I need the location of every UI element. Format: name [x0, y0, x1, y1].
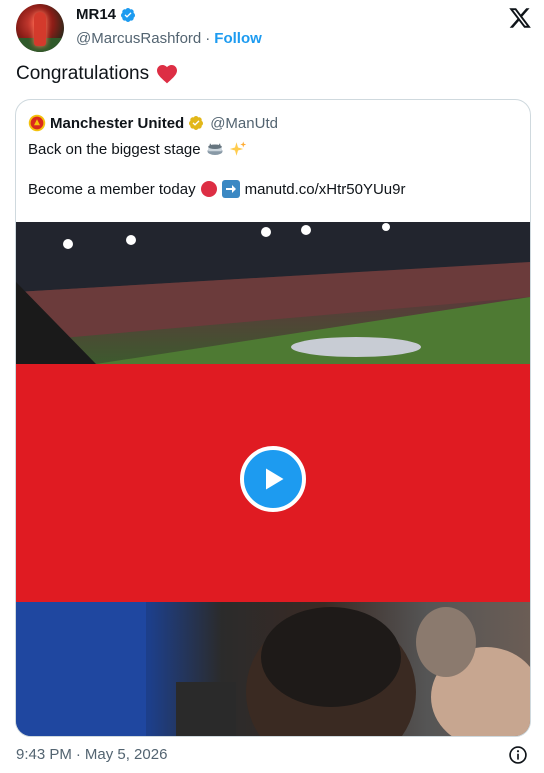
stadium-frame	[16, 222, 530, 364]
author-name-row: MR14	[76, 6, 136, 23]
stadium-icon	[207, 143, 223, 155]
quoted-author-handle[interactable]: @ManUtd	[210, 115, 278, 132]
author-display-name[interactable]: MR14	[76, 6, 116, 23]
quoted-author-name[interactable]: Manchester United	[50, 115, 184, 132]
play-icon	[266, 468, 284, 490]
club-crest-icon	[28, 114, 46, 132]
quoted-text-1: Back on the biggest stage	[28, 140, 201, 158]
timestamp-separator: ·	[75, 746, 81, 763]
avatar[interactable]	[16, 4, 64, 52]
red-circle-icon	[200, 181, 217, 197]
x-logo-icon[interactable]	[508, 6, 532, 30]
handle-separator: ·	[205, 30, 211, 47]
quoted-text-line-1: Back on the biggest stage	[28, 140, 247, 158]
tweet-text: Congratulations	[16, 62, 179, 86]
timestamp-time: 9:43 PM	[16, 746, 72, 763]
gold-verified-badge-icon	[189, 116, 204, 130]
video-media[interactable]	[16, 222, 530, 736]
stadium-scene	[16, 222, 530, 364]
red-heart-icon	[157, 65, 178, 84]
crowd-frame	[16, 602, 530, 736]
tweet-body: Congratulations	[16, 63, 150, 84]
avatar-figure	[34, 12, 46, 46]
play-button[interactable]	[240, 446, 306, 512]
verified-badge-icon	[121, 7, 136, 22]
author-handle-row: @MarcusRashford · Follow	[76, 30, 262, 47]
quoted-tweet-card[interactable]: Manchester United @ManUtd Back on the bi…	[15, 99, 531, 737]
quoted-text-line-2: Become a member today manutd.co/xHtr50YU…	[28, 180, 405, 198]
tweet-header: MR14 @MarcusRashford · Follow	[16, 4, 536, 52]
tweet-timestamp[interactable]: 9:43 PM · May 5, 2026	[16, 746, 167, 763]
sparkles-icon	[229, 141, 246, 156]
crowd-scene	[16, 602, 530, 736]
info-icon[interactable]	[508, 745, 528, 765]
author-handle[interactable]: @MarcusRashford	[76, 30, 201, 47]
right-arrow-icon	[221, 180, 240, 198]
timestamp-date: May 5, 2026	[84, 746, 168, 763]
quoted-author-row: Manchester United @ManUtd	[28, 114, 278, 132]
follow-button[interactable]: Follow	[214, 30, 262, 47]
quoted-link[interactable]: manutd.co/xHtr50YUu9r	[245, 181, 406, 198]
quoted-text-2: Become a member today	[28, 180, 196, 198]
